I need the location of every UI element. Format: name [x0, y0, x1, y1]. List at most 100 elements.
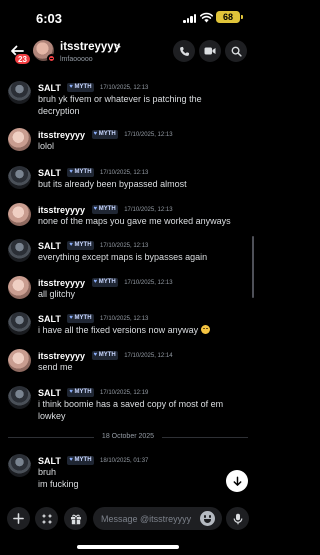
- gift-button[interactable]: [64, 507, 87, 530]
- video-call-button[interactable]: [199, 40, 221, 62]
- dm-username[interactable]: itsstreyyyy: [60, 41, 120, 53]
- guild-tag[interactable]: ♥ MYTH: [91, 278, 118, 288]
- message-author[interactable]: itsstreyyyy: [38, 351, 85, 361]
- message-line: lolol: [38, 141, 55, 151]
- heart-icon: ♥: [69, 315, 73, 322]
- message-line: all glitchy: [38, 289, 76, 299]
- cellular-signal-icon: [183, 14, 197, 23]
- dnd-status-icon: [47, 54, 56, 63]
- scrollbar[interactable]: [252, 236, 254, 298]
- jump-to-present-button[interactable]: [226, 470, 248, 492]
- message-content: lolol: [38, 140, 246, 152]
- message-author[interactable]: SALT: [38, 314, 61, 324]
- message-timestamp: 17/10/2025, 12:13: [124, 206, 173, 213]
- guild-tag[interactable]: ♥ MYTH: [91, 205, 118, 215]
- search-button[interactable]: [225, 40, 247, 62]
- apps-button[interactable]: [35, 507, 58, 530]
- plus-icon: [13, 513, 24, 524]
- avatar[interactable]: [8, 128, 31, 151]
- avatar[interactable]: [8, 454, 31, 477]
- guild-tag-label: MYTH: [98, 206, 116, 213]
- message-line: decryption: [38, 106, 80, 116]
- guild-tag-label: MYTH: [98, 352, 116, 359]
- date-divider: 18 October 2025: [8, 432, 248, 442]
- heart-icon: ♥: [69, 242, 73, 249]
- avatar[interactable]: [8, 81, 31, 104]
- status-bar: 6:03 68: [0, 0, 256, 36]
- home-indicator[interactable]: [77, 545, 179, 549]
- heart-icon: ♥: [93, 279, 98, 286]
- arrow-down-icon: [233, 476, 241, 486]
- message-author[interactable]: SALT: [38, 456, 61, 466]
- message-timestamp: 17/10/2025, 12:13: [99, 315, 149, 322]
- message-content: none of the maps you gave me worked anyw…: [38, 215, 246, 227]
- message-line: lowkey: [38, 411, 66, 421]
- message-line: i have all the fixed versions now anyway: [38, 325, 199, 335]
- battery-indicator: 68: [216, 11, 243, 23]
- message-line: everything except maps is bypasses again: [38, 252, 208, 262]
- guild-tag-label: MYTH: [98, 279, 116, 286]
- guild-tag-label: MYTH: [98, 131, 116, 138]
- guild-tag[interactable]: ♥ MYTH: [67, 241, 94, 251]
- guild-tag-label: MYTH: [74, 315, 92, 322]
- message-author[interactable]: SALT: [38, 168, 61, 178]
- message-author[interactable]: SALT: [38, 388, 61, 398]
- message-line: send me: [38, 362, 73, 372]
- avatar[interactable]: [8, 203, 31, 226]
- message-content: bruh yk fivem or whatever is patching th…: [38, 93, 246, 117]
- message-content: everything except maps is bypasses again: [38, 251, 246, 263]
- status-time: 6:03: [36, 11, 63, 26]
- guild-tag[interactable]: ♥ MYTH: [67, 314, 94, 324]
- guild-tag[interactable]: ♥ MYTH: [91, 130, 118, 140]
- guild-tag-label: MYTH: [74, 169, 92, 176]
- message-line: none of the maps you gave me worked anyw…: [38, 216, 231, 226]
- heart-icon: ♥: [69, 84, 73, 91]
- message-content: bruh im fucking: [38, 466, 246, 490]
- video-icon: [204, 47, 216, 55]
- guild-tag[interactable]: ♥ MYTH: [67, 388, 94, 398]
- emoji-icon[interactable]: [200, 511, 215, 526]
- avatar[interactable]: [8, 386, 31, 409]
- guild-tag-label: MYTH: [74, 84, 92, 91]
- message-content: send me: [38, 361, 246, 373]
- message-author[interactable]: SALT: [38, 83, 61, 93]
- guild-tag[interactable]: ♥ MYTH: [67, 168, 94, 178]
- phone-icon: [179, 46, 189, 56]
- guild-tag[interactable]: ♥ MYTH: [91, 351, 118, 361]
- avatar[interactable]: [8, 349, 31, 372]
- avatar[interactable]: [8, 312, 31, 335]
- message-timestamp: 17/10/2025, 12:13: [99, 242, 149, 249]
- avatar[interactable]: [8, 276, 31, 299]
- wifi-icon: [200, 12, 213, 23]
- message-list[interactable]: SALT ♥ MYTH 17/10/2025, 12:13 bruh yk fi…: [0, 74, 256, 496]
- message-author[interactable]: itsstreyyyy: [38, 130, 85, 140]
- gift-icon: [70, 514, 81, 524]
- custom-status: lmfaooooo: [60, 56, 93, 63]
- add-attachment-button[interactable]: [7, 507, 30, 530]
- message-content: i think boomie has a saved copy of most …: [38, 398, 246, 422]
- heart-icon: ♥: [69, 169, 73, 176]
- avatar[interactable]: [8, 166, 31, 189]
- message-content: all glitchy: [38, 288, 246, 300]
- message-line: i think boomie has a saved copy of most …: [38, 399, 224, 409]
- message-timestamp: 17/10/2025, 12:19: [99, 389, 149, 396]
- message-author[interactable]: SALT: [38, 241, 61, 251]
- search-icon: [231, 46, 242, 57]
- message-line: bruh: [38, 467, 57, 477]
- message-timestamp: 17/10/2025, 12:13: [124, 131, 173, 138]
- avatar[interactable]: [8, 239, 31, 262]
- guild-tag-label: MYTH: [74, 242, 92, 249]
- chevron-right-icon[interactable]: >: [115, 42, 121, 53]
- message-composer: [0, 504, 256, 534]
- call-button[interactable]: [173, 40, 195, 62]
- message-author[interactable]: itsstreyyyy: [38, 278, 85, 288]
- guild-tag-label: MYTH: [74, 389, 92, 396]
- guild-tag[interactable]: ♥ MYTH: [67, 83, 94, 93]
- voice-message-button[interactable]: [226, 507, 249, 530]
- message-timestamp: 18/10/2025, 01:37: [99, 457, 149, 464]
- guild-tag[interactable]: ♥ MYTH: [67, 456, 94, 466]
- grinning-sweat-emoji: [200, 325, 210, 334]
- message-timestamp: 17/10/2025, 12:13: [99, 84, 149, 91]
- message-author[interactable]: itsstreyyyy: [38, 205, 85, 215]
- heart-icon: ♥: [93, 206, 98, 213]
